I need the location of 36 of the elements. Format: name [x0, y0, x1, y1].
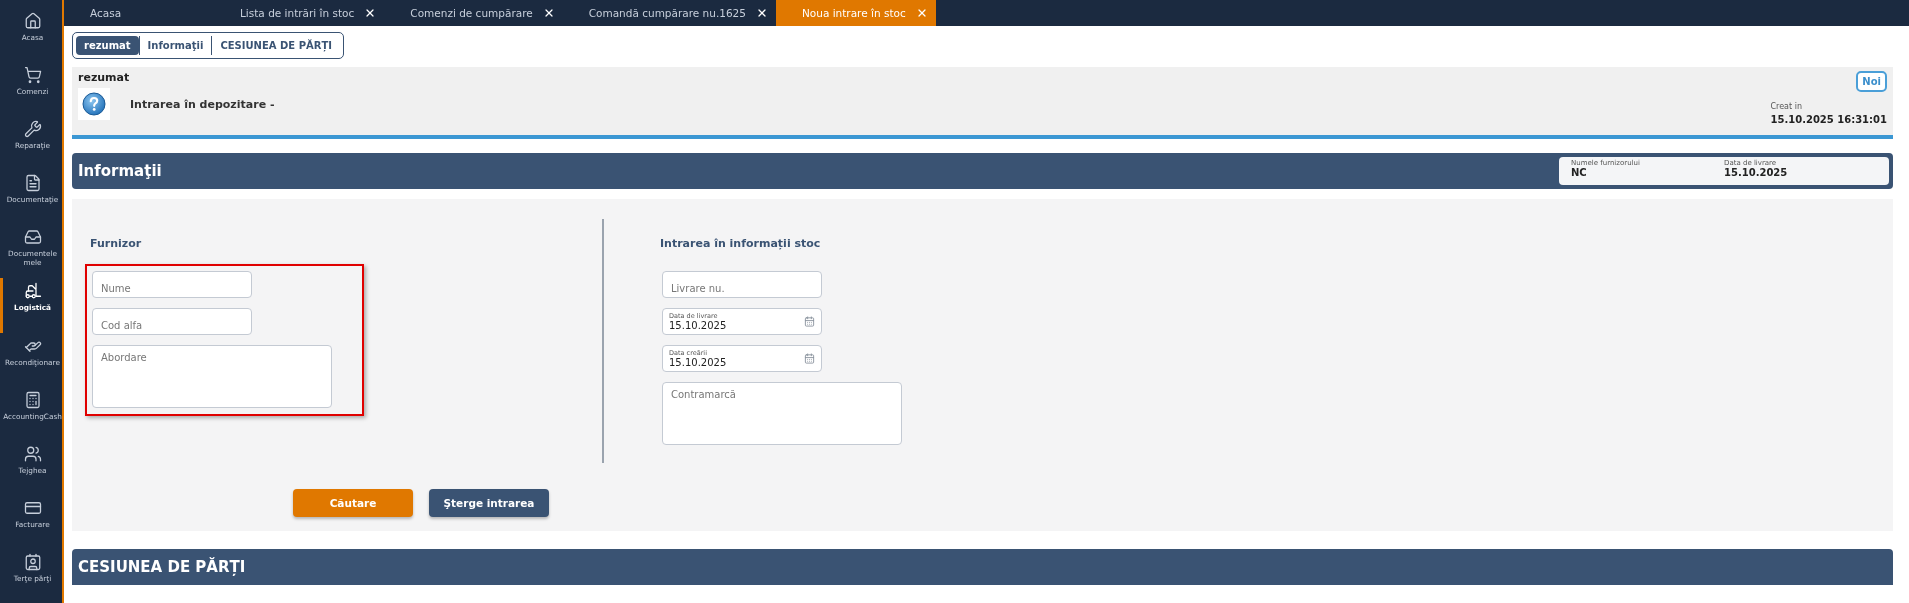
inbox-icon: [23, 228, 42, 247]
cart-icon: [23, 66, 42, 85]
text-area[interactable]: Abordare: [92, 345, 332, 408]
delete-button[interactable]: Şterge intrarea: [429, 489, 549, 517]
info-value: NC: [1571, 167, 1588, 178]
home-icon: [23, 12, 42, 30]
summary-heading: Intrarea în depozitare -: [130, 97, 275, 111]
info-value: 15.10.2025: [1724, 167, 1789, 178]
status-badge: Noi: [1856, 71, 1887, 92]
document-icon: [23, 174, 42, 193]
group-title: Intrarea în informații stoc: [660, 237, 822, 250]
group-title: Furnizor: [90, 237, 143, 250]
tab[interactable]: Comandă cumpărare nu.1625: [562, 0, 776, 26]
calculator-icon: [23, 390, 42, 409]
input-field[interactable]: Nume: [92, 271, 252, 298]
section-title: CESIUNEA DE PĂRȚI: [78, 558, 246, 576]
section-title: Informaţii: [78, 162, 162, 180]
created-label: Creat in: [1770, 102, 1802, 111]
tab[interactable]: Acasa: [64, 0, 214, 26]
input-field[interactable]: Livrare nu.: [662, 271, 822, 298]
text-area[interactable]: Contramarcă: [662, 382, 902, 445]
calendar-icon[interactable]: [804, 353, 815, 364]
input-field[interactable]: Cod alfa: [92, 308, 252, 335]
summary-title: rezumat: [78, 71, 131, 84]
forklift-icon: [23, 282, 42, 301]
tab[interactable]: Comenzi de cumpărare: [384, 0, 563, 26]
people-icon: [23, 444, 42, 463]
created-value: 15.10.2025 16:31:01: [1770, 114, 1887, 125]
section-tab[interactable]: CESIUNEA DE PĂRȚI: [211, 36, 340, 55]
help-icon: [78, 88, 110, 120]
section-tab[interactable]: Informaţii: [138, 36, 212, 55]
calendar-icon[interactable]: [804, 316, 815, 327]
wrench-icon: [23, 120, 42, 139]
tab[interactable]: Lista de intrări în stoc: [214, 0, 385, 26]
contact-card-icon: [23, 552, 42, 571]
section-tab[interactable]: rezumat: [76, 36, 139, 55]
